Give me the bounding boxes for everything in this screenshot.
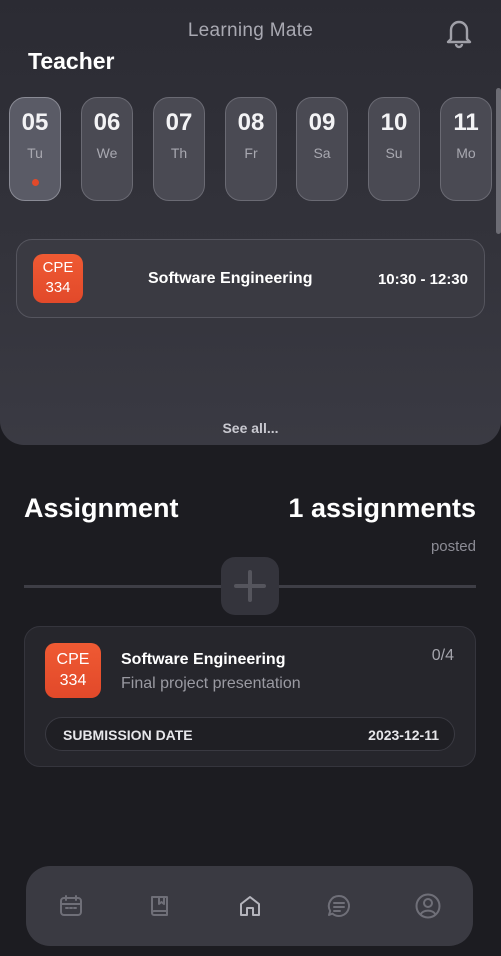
class-time: 10:30 - 12:30 xyxy=(377,271,468,288)
day-number: 08 xyxy=(237,109,265,136)
plus-icon xyxy=(234,570,266,602)
today-indicator xyxy=(32,179,39,186)
bottom-nav xyxy=(26,866,473,946)
assignment-description: Final project presentation xyxy=(121,675,301,692)
class-card[interactable]: CPE 334 Software Engineering 10:30 - 12:… xyxy=(16,239,485,318)
home-icon xyxy=(240,896,260,916)
submission-date-bar: SUBMISSION DATE 2023-12-11 xyxy=(45,717,455,751)
day-saturday[interactable]: 09 Sa xyxy=(296,97,348,201)
day-tuesday[interactable]: 05 Tu xyxy=(9,97,61,201)
day-name: Tu xyxy=(27,145,43,161)
profile-icon xyxy=(415,893,441,919)
day-friday[interactable]: 08 Fr xyxy=(225,97,277,201)
day-number: 06 xyxy=(93,109,121,136)
course-code-number: 334 xyxy=(59,672,87,689)
assignment-heading: Assignment xyxy=(24,493,179,523)
day-number: 11 xyxy=(453,109,479,136)
role-label: Teacher xyxy=(28,48,115,74)
calendar-icon xyxy=(60,895,82,916)
submission-date-value: 2023-12-11 xyxy=(368,727,439,743)
course-code-number: 334 xyxy=(45,279,71,296)
course-code-badge: CPE 334 xyxy=(33,254,83,303)
assignment-card[interactable]: CPE 334 Software Engineering Final proje… xyxy=(24,626,476,767)
day-name: We xyxy=(96,145,118,161)
nav-courses[interactable] xyxy=(146,892,174,920)
assignment-posted-label: posted xyxy=(430,538,476,555)
day-number: 10 xyxy=(380,109,408,136)
day-name: Fr xyxy=(244,145,258,161)
day-wednesday[interactable]: 06 We xyxy=(81,97,133,201)
class-course-name: Software Engineering xyxy=(148,270,313,287)
nav-calendar[interactable] xyxy=(57,892,85,920)
day-name: Sa xyxy=(313,145,331,161)
assignment-course-name: Software Engineering xyxy=(121,651,286,668)
chat-icon xyxy=(327,894,350,917)
course-code-badge: CPE 334 xyxy=(45,643,101,698)
day-name: Mo xyxy=(456,145,476,161)
day-number: 05 xyxy=(21,109,49,136)
assignment-progress: 0/4 xyxy=(431,647,454,664)
add-assignment-button[interactable] xyxy=(221,557,279,615)
nav-profile[interactable] xyxy=(414,892,442,920)
day-number: 07 xyxy=(165,109,193,136)
scrollbar[interactable] xyxy=(496,88,501,234)
assignment-count: 1 assignments xyxy=(288,493,476,523)
submission-date-label: SUBMISSION DATE xyxy=(63,727,193,743)
nav-chat[interactable] xyxy=(325,892,353,920)
day-thursday[interactable]: 07 Th xyxy=(153,97,205,201)
day-monday[interactable]: 11 Mo xyxy=(440,97,492,201)
day-sunday[interactable]: 10 Su xyxy=(368,97,420,201)
bell-icon[interactable] xyxy=(443,15,475,49)
day-number: 09 xyxy=(308,109,336,136)
course-code-prefix: CPE xyxy=(56,651,90,668)
app-title: Learning Mate xyxy=(187,20,314,41)
nav-home[interactable] xyxy=(236,892,264,920)
see-all-link[interactable]: See all... xyxy=(0,420,501,436)
course-code-prefix: CPE xyxy=(42,259,74,276)
day-name: Su xyxy=(385,145,403,161)
book-icon xyxy=(151,896,168,916)
day-name: Th xyxy=(170,145,188,161)
